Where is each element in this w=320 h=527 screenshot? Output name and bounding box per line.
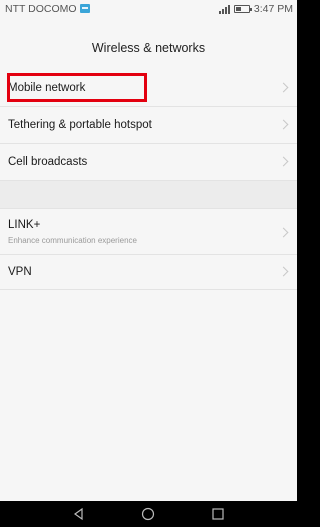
mobile-network-item[interactable]: Mobile network	[0, 70, 297, 107]
signal-icon	[218, 4, 230, 14]
back-icon[interactable]	[72, 507, 86, 521]
chevron-right-icon	[278, 156, 289, 167]
status-right: 3:47 PM	[218, 3, 293, 15]
section-divider	[0, 181, 297, 209]
chevron-right-icon	[278, 227, 289, 238]
page-title: Wireless & networks	[0, 18, 297, 78]
item-label: Cell broadcasts	[8, 156, 88, 168]
item-label: LINK+	[8, 219, 41, 231]
item-label: Mobile network	[8, 82, 86, 94]
clock: 3:47 PM	[253, 3, 293, 15]
item-label: Tethering & portable hotspot	[8, 119, 152, 131]
carrier-info: NTT DOCOMO	[5, 3, 90, 15]
chevron-right-icon	[278, 266, 289, 277]
vpn-item[interactable]: VPN	[0, 255, 297, 290]
chevron-right-icon	[278, 82, 289, 93]
cell-broadcasts-item[interactable]: Cell broadcasts	[0, 144, 297, 181]
recent-apps-icon[interactable]	[211, 507, 225, 521]
navigation-bar	[0, 501, 297, 527]
settings-list: Mobile network Tethering & portable hots…	[0, 70, 297, 290]
home-icon[interactable]	[141, 507, 155, 521]
settings-screen: NTT DOCOMO 3:47 PM Wireless & networks M…	[0, 0, 297, 527]
notification-icon	[79, 4, 90, 13]
chevron-right-icon	[278, 119, 289, 130]
status-bar: NTT DOCOMO 3:47 PM	[0, 0, 297, 18]
item-label: VPN	[8, 266, 32, 278]
carrier-name: NTT DOCOMO	[5, 3, 77, 15]
link-plus-item[interactable]: LINK+ Enhance communication experience	[0, 209, 297, 255]
battery-icon	[233, 5, 252, 13]
tethering-hotspot-item[interactable]: Tethering & portable hotspot	[0, 107, 297, 144]
item-sublabel: Enhance communication experience	[8, 236, 137, 245]
